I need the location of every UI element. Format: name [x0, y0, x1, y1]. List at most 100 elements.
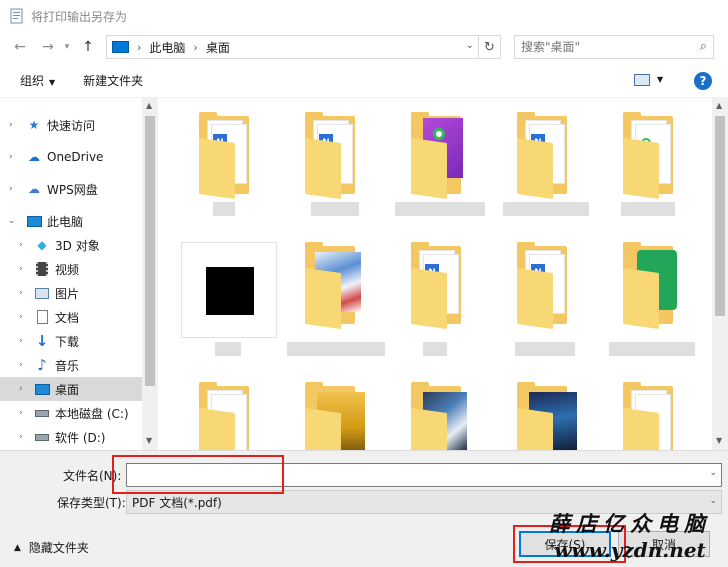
item-label-blurred — [609, 342, 695, 356]
chevron-down-icon[interactable]: ⌄ — [709, 496, 717, 506]
chevron-right-icon[interactable]: › — [9, 184, 13, 194]
file-list: N N N N N — [159, 98, 712, 450]
document-icon — [34, 309, 50, 325]
content-scrollbar[interactable]: ▲ ▼ — [712, 98, 728, 450]
folder-icon — [623, 382, 673, 450]
chevron-right-icon[interactable]: › — [19, 288, 23, 298]
sidebar-item-pictures[interactable]: › 图片 — [0, 281, 142, 305]
change-view-icon[interactable] — [634, 74, 650, 86]
chevron-right-icon[interactable]: › — [9, 120, 13, 130]
recent-locations-button[interactable]: ▾ — [60, 35, 74, 59]
sidebar-item-quick-access[interactable]: › ★ 快速访问 — [0, 113, 142, 137]
download-arrow-icon: ↓ — [35, 332, 49, 350]
folder-icon — [623, 242, 677, 330]
sidebar-item-music[interactable]: › ♪ 音乐 — [0, 353, 142, 377]
breadcrumb-this-pc[interactable]: 此电脑 — [149, 39, 185, 56]
sidebar-item-videos[interactable]: › 视频 — [0, 257, 142, 281]
new-folder-button[interactable]: 新建文件夹 — [83, 72, 143, 89]
folder-icon — [305, 242, 361, 330]
window-title: 将打印输出另存为 — [31, 9, 128, 24]
nav-scrollbar[interactable]: ▲ ▼ — [142, 98, 158, 450]
chevron-right-icon[interactable]: › — [19, 432, 23, 442]
item-label-blurred — [311, 202, 359, 216]
folder-icon — [411, 382, 467, 450]
help-button[interactable]: ? — [694, 72, 712, 90]
nav-scrollbar-thumb[interactable] — [145, 116, 155, 386]
chevron-right-icon[interactable]: › — [19, 264, 23, 274]
chevron-down-icon[interactable]: ⌄ — [709, 468, 717, 478]
image-thumbnail — [181, 242, 277, 338]
navigation-pane: › ★ 快速访问 › ☁ OneDrive › ☁ WPS网盘 ⌄ 此电脑 › … — [0, 98, 158, 450]
star-icon: ★ — [28, 118, 40, 132]
sidebar-item-this-pc[interactable]: ⌄ 此电脑 — [0, 209, 142, 233]
watermark-text: 薛店亿众电脑 — [549, 511, 711, 536]
chevron-right-icon[interactable]: › — [9, 152, 13, 162]
path-dropdown-icon[interactable]: ⌄ — [466, 40, 474, 51]
forward-button[interactable]: → — [36, 35, 60, 59]
content-scrollbar-thumb[interactable] — [715, 116, 725, 316]
chevron-right-icon[interactable]: › — [19, 408, 23, 418]
chevron-right-icon[interactable]: › — [19, 384, 23, 394]
film-icon — [34, 261, 50, 277]
scroll-up-icon[interactable]: ▲ — [146, 101, 152, 110]
sidebar-item-onedrive[interactable]: › ☁ OneDrive — [0, 145, 142, 169]
computer-icon — [26, 213, 42, 229]
chevron-right-icon[interactable]: › — [19, 312, 23, 322]
refresh-button[interactable]: ↻ — [478, 35, 500, 59]
filetype-label: 保存类型(T): — [57, 496, 126, 510]
cloud-icon: ☁ — [28, 150, 40, 164]
hide-folders-toggle[interactable]: ▲ 隐藏文件夹 — [14, 539, 89, 556]
refresh-icon: ↻ — [484, 39, 495, 55]
sidebar-item-drive-c[interactable]: › 本地磁盘 (C:) — [0, 401, 142, 425]
organize-menu[interactable]: 组织 ▼ — [20, 72, 55, 89]
search-input[interactable] — [521, 40, 691, 54]
item-label-blurred — [287, 342, 385, 356]
folder-icon: N — [517, 112, 567, 200]
scroll-down-icon[interactable]: ▼ — [716, 436, 722, 445]
item-label-blurred — [621, 202, 675, 216]
chevron-down-icon[interactable]: ⌄ — [8, 216, 16, 226]
computer-icon — [112, 41, 129, 53]
sidebar-item-documents[interactable]: › 文档 — [0, 305, 142, 329]
caret-down-icon[interactable]: ▼ — [657, 75, 663, 84]
printer-save-icon — [10, 8, 23, 24]
back-button[interactable]: ← — [8, 35, 32, 59]
up-button[interactable]: ↑ — [76, 35, 100, 59]
scroll-down-icon[interactable]: ▼ — [146, 436, 152, 445]
search-box[interactable]: ⌕ — [514, 35, 714, 59]
sidebar-item-3d-objects[interactable]: › ◆ 3D 对象 — [0, 233, 142, 257]
scroll-up-icon[interactable]: ▲ — [716, 101, 722, 110]
sidebar-item-wps-drive[interactable]: › ☁ WPS网盘 — [0, 177, 142, 201]
arrow-right-icon: → — [42, 39, 54, 55]
command-bar: 组织 ▼ 新建文件夹 ▼ ? — [0, 64, 728, 98]
breadcrumb-separator: › — [193, 40, 198, 54]
drive-icon — [34, 405, 50, 421]
breadcrumb-desktop[interactable]: 桌面 — [206, 39, 230, 56]
organize-label: 组织 — [20, 74, 45, 88]
item-label-blurred — [215, 342, 241, 356]
folder-icon — [411, 112, 463, 200]
watermark-url: www.yzdn.net — [554, 538, 706, 562]
chevron-right-icon[interactable]: › — [19, 336, 23, 346]
folder-icon: N — [411, 242, 461, 330]
item-label-blurred — [395, 202, 485, 216]
chevron-right-icon[interactable]: › — [19, 240, 23, 250]
item-label-blurred — [503, 202, 589, 216]
chevron-right-icon[interactable]: › — [19, 360, 23, 370]
breadcrumb[interactable]: › 此电脑 › 桌面 ⌄ ↻ — [106, 35, 501, 59]
chevron-down-icon: ▾ — [64, 42, 70, 52]
item-label-blurred — [213, 202, 235, 216]
sidebar-item-downloads[interactable]: › ↓ 下载 — [0, 329, 142, 353]
sidebar-item-drive-d[interactable]: › 软件 (D:) — [0, 425, 142, 449]
arrow-left-icon: ← — [14, 39, 26, 55]
caret-down-icon: ▼ — [49, 78, 56, 87]
folder-icon: N — [305, 112, 355, 200]
cube-icon: ◆ — [37, 238, 47, 252]
chevron-up-icon: ▲ — [14, 542, 21, 553]
sidebar-item-desktop[interactable]: › 桌面 — [0, 377, 142, 401]
folder-icon — [623, 112, 673, 200]
folder-icon: N — [199, 112, 249, 200]
folder-icon: N — [517, 242, 567, 330]
breadcrumb-separator: › — [137, 40, 142, 54]
folder-icon — [199, 382, 249, 450]
